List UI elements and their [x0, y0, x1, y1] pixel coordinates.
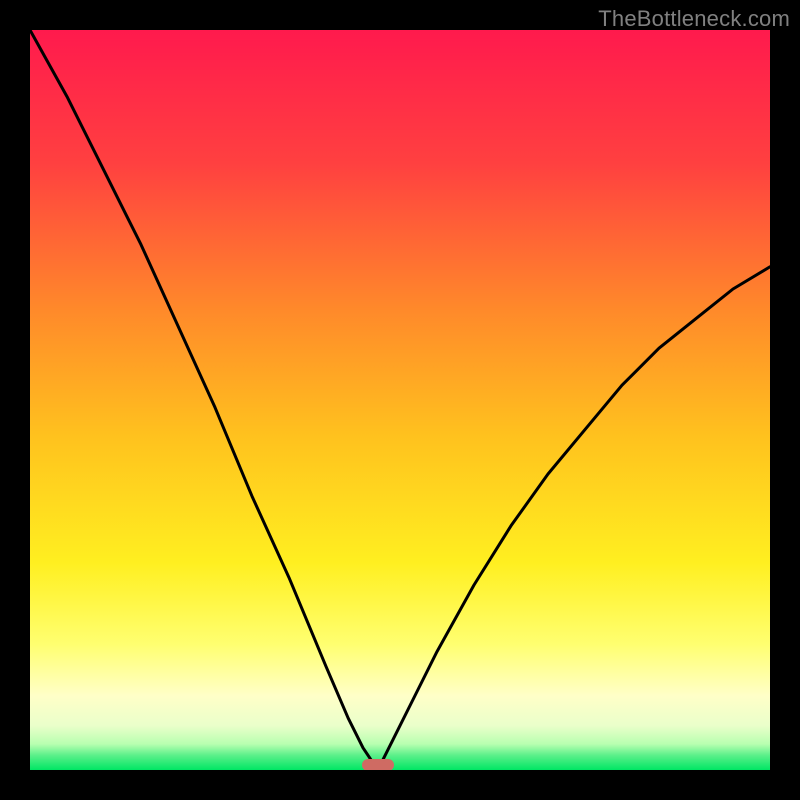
chart-svg [30, 30, 770, 770]
plot-area [30, 30, 770, 770]
heat-gradient-bg [30, 30, 770, 770]
chart-frame: TheBottleneck.com [0, 0, 800, 800]
optimum-marker [362, 759, 394, 770]
watermark-label: TheBottleneck.com [598, 6, 790, 32]
